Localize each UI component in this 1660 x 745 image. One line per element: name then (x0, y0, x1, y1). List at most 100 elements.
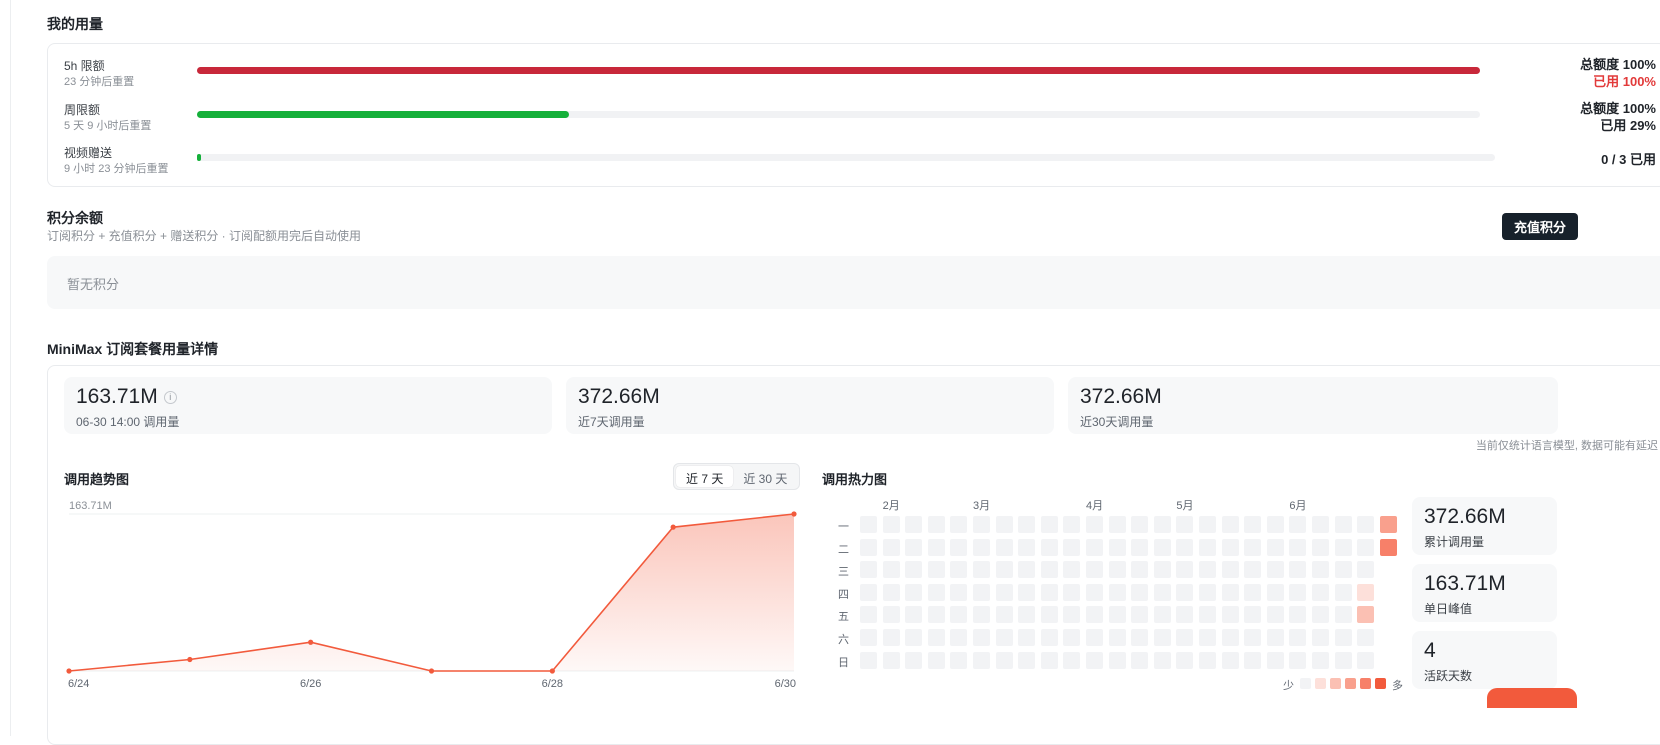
heatmap-cell[interactable] (882, 629, 900, 646)
heatmap-cell[interactable] (1244, 606, 1262, 624)
heatmap-cell[interactable] (1266, 516, 1284, 533)
heatmap-cell[interactable] (1086, 583, 1103, 601)
heatmap-cell[interactable] (1334, 516, 1352, 533)
heatmap-cell[interactable] (1176, 651, 1194, 669)
heatmap-cell[interactable] (995, 651, 1013, 669)
heatmap-cell[interactable] (1221, 538, 1239, 556)
heatmap-cell[interactable] (1199, 583, 1216, 601)
heatmap-cell[interactable] (860, 651, 877, 669)
heatmap-cell[interactable] (1131, 538, 1149, 556)
heatmap-cell[interactable] (1018, 561, 1036, 579)
heatmap-cell[interactable] (1153, 561, 1171, 579)
heatmap-cell[interactable] (973, 516, 990, 533)
heatmap-cell[interactable] (1357, 606, 1375, 624)
heatmap-cell[interactable] (973, 583, 990, 601)
heatmap-cell[interactable] (1244, 629, 1262, 646)
heatmap-cell[interactable] (905, 606, 923, 624)
heatmap-cell[interactable] (1244, 583, 1262, 601)
heatmap-cell[interactable] (1221, 606, 1239, 624)
heatmap-cell[interactable] (973, 606, 990, 624)
heatmap-cell[interactable] (995, 561, 1013, 579)
heatmap-cell[interactable] (1289, 606, 1307, 624)
heatmap-cell[interactable] (1018, 629, 1036, 646)
heatmap-cell[interactable] (995, 538, 1013, 556)
heatmap-cell[interactable] (860, 629, 877, 646)
heatmap-cell[interactable] (1334, 651, 1352, 669)
heatmap-cell[interactable] (905, 651, 923, 669)
heatmap-cell[interactable] (1176, 538, 1194, 556)
heatmap-cell[interactable] (1334, 583, 1352, 601)
heatmap-cell[interactable] (1199, 629, 1216, 646)
heatmap-cell[interactable] (1018, 651, 1036, 669)
heatmap-cell[interactable] (1131, 516, 1149, 533)
heatmap-cell[interactable] (1176, 606, 1194, 624)
heatmap-cell[interactable] (1312, 516, 1329, 533)
heatmap-cell[interactable] (950, 516, 968, 533)
recharge-button[interactable]: 充值积分 (1502, 213, 1579, 240)
heatmap-cell[interactable] (1108, 629, 1126, 646)
heatmap-cell[interactable] (1199, 651, 1216, 669)
heatmap-cell[interactable] (1018, 583, 1036, 601)
heatmap-cell[interactable] (1312, 629, 1329, 646)
heatmap-cell[interactable] (1153, 629, 1171, 646)
heatmap-cell[interactable] (927, 583, 945, 601)
heatmap-cell[interactable] (1266, 561, 1284, 579)
heatmap-cell[interactable] (1063, 629, 1081, 646)
heatmap-cell[interactable] (927, 606, 945, 624)
heatmap-cell[interactable] (995, 583, 1013, 601)
heatmap-cell[interactable] (973, 561, 990, 579)
heatmap-cell[interactable] (1040, 583, 1058, 601)
heatmap-cell[interactable] (1018, 516, 1036, 533)
heatmap-cell[interactable] (860, 583, 877, 601)
heatmap-cell[interactable] (1040, 629, 1058, 646)
heatmap-cell[interactable] (1153, 538, 1171, 556)
heatmap-cell[interactable] (905, 583, 923, 601)
heatmap-cell[interactable] (1312, 538, 1329, 556)
heatmap-cell[interactable] (1357, 651, 1375, 669)
heatmap-cell[interactable] (1063, 516, 1081, 533)
heatmap-cell[interactable] (1334, 606, 1352, 624)
heatmap-cell[interactable] (1289, 583, 1307, 601)
heatmap-cell[interactable] (950, 651, 968, 669)
heatmap-cell[interactable] (1334, 629, 1352, 646)
heatmap-cell[interactable] (1266, 606, 1284, 624)
heatmap-cell[interactable] (1063, 606, 1081, 624)
heatmap-cell[interactable] (1334, 538, 1352, 556)
heatmap-cell[interactable] (1086, 629, 1103, 646)
heatmap-cell[interactable] (950, 561, 968, 579)
heatmap-cell[interactable] (1244, 538, 1262, 556)
heatmap-cell[interactable] (860, 538, 877, 556)
heatmap-cell[interactable] (1040, 561, 1058, 579)
heatmap-cell[interactable] (1108, 606, 1126, 624)
heatmap-cell[interactable] (927, 651, 945, 669)
heatmap-cell[interactable] (1199, 561, 1216, 579)
heatmap-cell[interactable] (905, 516, 923, 533)
heatmap-cell[interactable] (1063, 651, 1081, 669)
heatmap-cell[interactable] (1312, 561, 1329, 579)
heatmap-cell[interactable] (1312, 583, 1329, 601)
heatmap-cell[interactable] (882, 651, 900, 669)
heatmap-cell[interactable] (995, 516, 1013, 533)
heatmap-cell[interactable] (1153, 516, 1171, 533)
heatmap-cell[interactable] (1063, 538, 1081, 556)
heatmap-cell[interactable] (1289, 629, 1307, 646)
heatmap-cell[interactable] (882, 606, 900, 624)
heatmap-cell[interactable] (995, 629, 1013, 646)
heatmap-cell[interactable] (1312, 651, 1329, 669)
heatmap-cell[interactable] (1086, 538, 1103, 556)
heatmap-cell[interactable] (1108, 651, 1126, 669)
heatmap-cell[interactable] (1199, 516, 1216, 533)
heatmap-cell[interactable] (1221, 516, 1239, 533)
heatmap-cell[interactable] (1176, 561, 1194, 579)
heatmap-cell[interactable] (905, 561, 923, 579)
heatmap-cell[interactable] (950, 606, 968, 624)
heatmap-cell[interactable] (1131, 606, 1149, 624)
heatmap-cell[interactable] (1266, 629, 1284, 646)
heatmap-cell[interactable] (1131, 629, 1149, 646)
heatmap-cell[interactable] (860, 606, 877, 624)
heatmap-cell[interactable] (1153, 606, 1171, 624)
heatmap-cell[interactable] (1176, 583, 1194, 601)
heatmap-cell[interactable] (1131, 583, 1149, 601)
heatmap-cell[interactable] (860, 516, 877, 533)
tab-7d[interactable]: 近 7 天 (676, 466, 734, 487)
